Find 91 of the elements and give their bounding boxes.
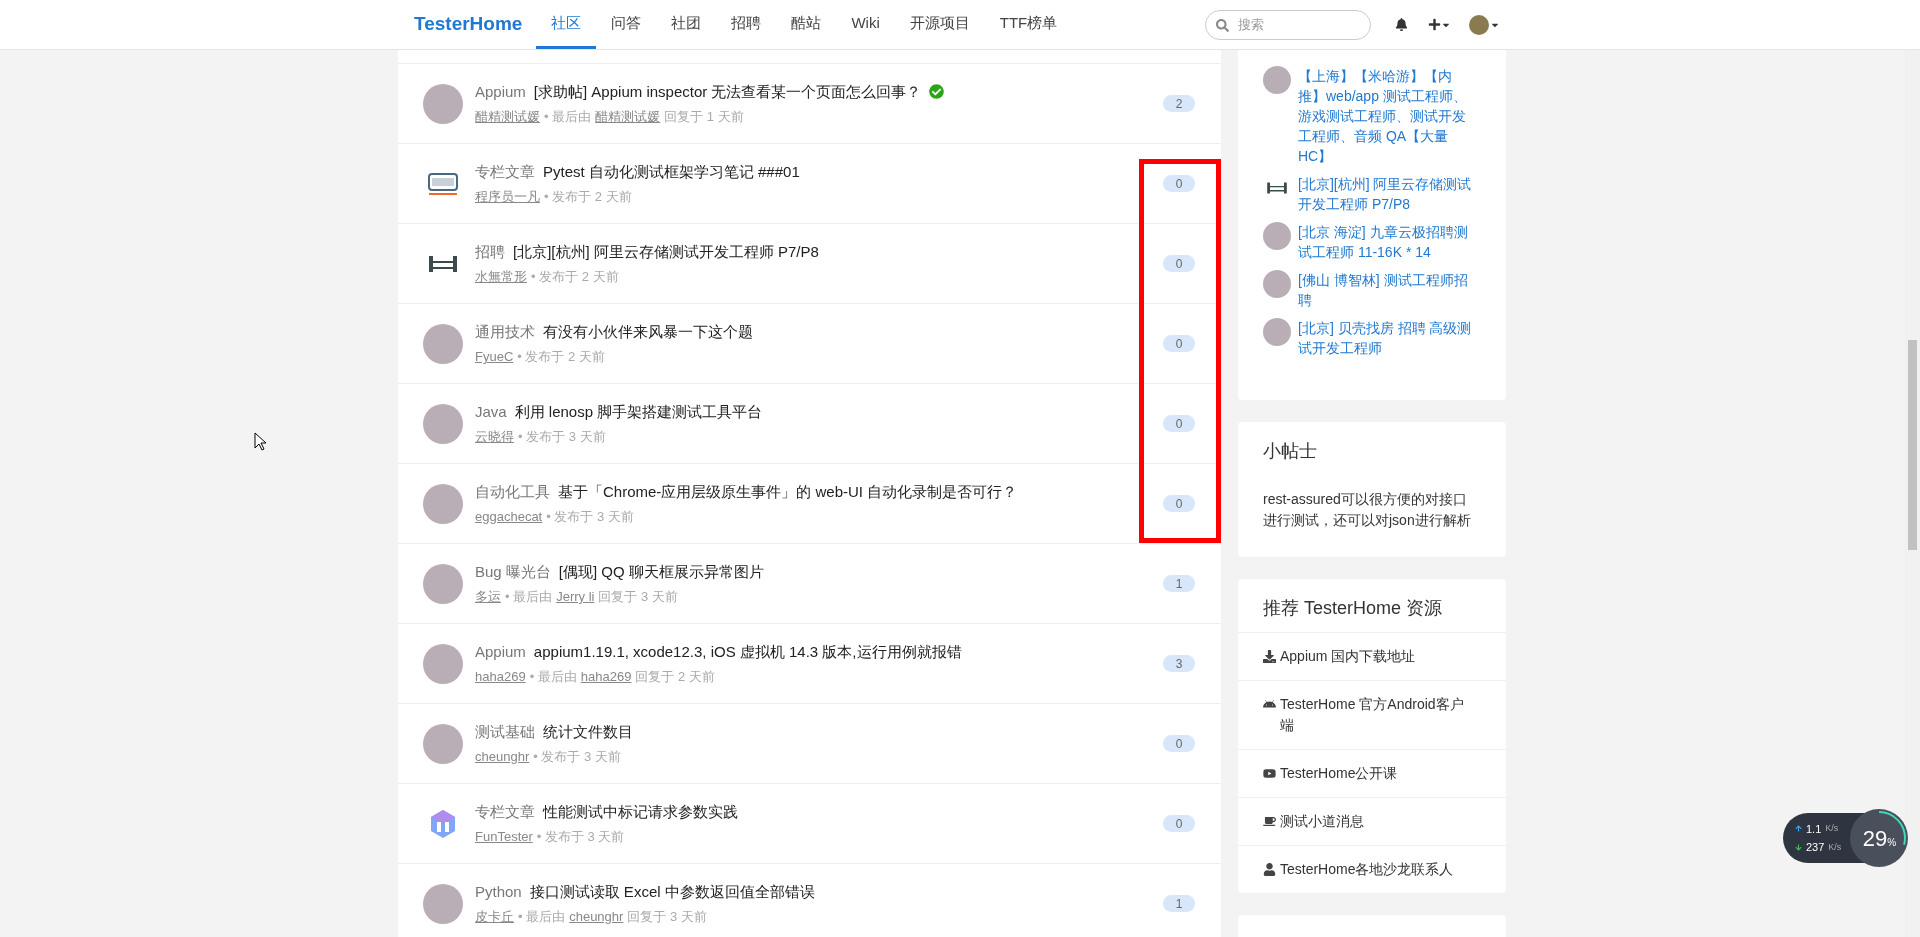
user-link[interactable]: 云晓得 bbox=[475, 427, 514, 447]
nav-tab[interactable]: 开源项目 bbox=[894, 0, 985, 49]
topic-meta: 回复于 1 天前 bbox=[664, 108, 744, 126]
topic-category[interactable]: Python bbox=[475, 880, 522, 903]
user-link[interactable]: haha269 bbox=[475, 667, 526, 687]
reply-count: 1 bbox=[1163, 575, 1195, 592]
user-link[interactable]: 醋精测试媛 bbox=[475, 107, 540, 127]
user-link[interactable]: Jerry li bbox=[556, 587, 595, 607]
tips-text: rest-assured可以很方便的对接口进行测试，还可以对json进行解析 bbox=[1263, 490, 1472, 530]
resources-title: 推荐 TesterHome 资源 bbox=[1262, 597, 1444, 620]
reply-count: 3 bbox=[1163, 655, 1195, 672]
download-speed: 237 bbox=[1806, 840, 1825, 855]
topic-meta: • 发布于 3 天前 bbox=[518, 428, 606, 446]
user-link[interactable]: 多运 bbox=[475, 587, 501, 607]
user-link[interactable]: 皮卡丘 bbox=[475, 907, 514, 927]
topic-title[interactable]: 接口测试读取 Excel 中参数返回值全部错误 bbox=[529, 880, 815, 903]
reply-count: 1 bbox=[1163, 895, 1195, 912]
topic-meta: • 最后由 bbox=[529, 668, 577, 686]
job-link[interactable]: [北京 海淀] 九章云极招聘测试工程师 11-16K * 14 bbox=[1298, 222, 1478, 262]
topic-category[interactable]: Bug 曝光台 bbox=[475, 560, 551, 583]
nav-tab[interactable]: TTF榜单 bbox=[984, 0, 1073, 49]
brand-logo[interactable]: TesterHome bbox=[414, 10, 523, 39]
resource-link[interactable]: 测试小道消息 bbox=[1280, 811, 1475, 832]
resource-link[interactable]: TesterHome 官方Android客户端 bbox=[1280, 694, 1475, 736]
topic-category[interactable]: 测试基础 bbox=[475, 720, 535, 743]
nav-tab[interactable]: 招聘 bbox=[716, 0, 777, 49]
topic-meta: • 最后由 bbox=[505, 588, 553, 606]
nav-tab[interactable]: Wiki bbox=[836, 0, 895, 49]
topic-meta: • 最后由 bbox=[544, 108, 592, 126]
reply-count: 2 bbox=[1163, 95, 1195, 112]
topic-category[interactable]: 专栏文章 bbox=[475, 160, 535, 183]
user-link[interactable]: cheunghr bbox=[475, 747, 530, 767]
topic-category[interactable]: Appium bbox=[475, 640, 526, 663]
user-link[interactable]: FyueC bbox=[475, 347, 514, 367]
topic-title[interactable]: [北京][杭州] 阿里云存储测试开发工程师 P7/P8 bbox=[513, 240, 819, 263]
reply-count: 0 bbox=[1163, 175, 1195, 192]
topic-title[interactable]: Pytest 自动化测试框架学习笔记 ###01 bbox=[543, 160, 800, 183]
job-link[interactable]: [北京] 贝壳找房 招聘 高级测试开发工程师 bbox=[1298, 318, 1478, 358]
topic-category[interactable]: 招聘 bbox=[475, 240, 505, 263]
reply-count: 0 bbox=[1163, 415, 1195, 432]
resource-link[interactable]: Appium 国内下载地址 bbox=[1280, 646, 1475, 667]
search-field[interactable]: 搜索 bbox=[1205, 9, 1371, 40]
topic-title[interactable]: [偶现] QQ 聊天框展示异常图片 bbox=[558, 560, 764, 583]
topic-title[interactable]: 利用 lenosp 脚手架搭建测试工具平台 bbox=[514, 400, 763, 423]
topic-title[interactable]: 性能测试中标记请求参数实践 bbox=[543, 800, 738, 823]
topic-title[interactable]: 有没有小伙伴来风暴一下这个题 bbox=[543, 320, 753, 343]
topic-category[interactable]: 通用技术 bbox=[475, 320, 535, 343]
nav-tab[interactable]: 社团 bbox=[656, 0, 717, 49]
topic-meta: • 发布于 3 天前 bbox=[533, 748, 621, 766]
resource-link[interactable]: TesterHome公开课 bbox=[1280, 763, 1475, 784]
nav-tab[interactable]: 问答 bbox=[596, 0, 657, 49]
topic-title[interactable]: appium1.19.1, xcode12.3, iOS 虚拟机 14.3 版本,运行用例就报错 bbox=[533, 640, 962, 663]
topic-meta: • 发布于 2 天前 bbox=[531, 268, 619, 286]
upload-unit: K/s bbox=[1825, 822, 1839, 835]
topic-meta: 回复于 2 天前 bbox=[635, 668, 715, 686]
topic-meta: 回复于 3 天前 bbox=[598, 588, 678, 606]
download-unit: K/s bbox=[1828, 840, 1842, 854]
reply-count: 0 bbox=[1163, 495, 1195, 512]
topic-meta: • 最后由 bbox=[518, 908, 566, 926]
topic-meta: • 发布于 3 天前 bbox=[546, 508, 634, 526]
topic-meta: • 发布于 2 天前 bbox=[544, 188, 632, 206]
job-link[interactable]: [北京][杭州] 阿里云存储测试开发工程师 P7/P8 bbox=[1298, 174, 1478, 214]
upload-speed: 1.1 bbox=[1806, 821, 1822, 837]
job-link[interactable]: 【上海】【米哈游】【内推】web/app 测试工程师、游戏测试工程师、测试开发工程师、音频 QA【大量 HC】 bbox=[1298, 66, 1478, 166]
topic-title[interactable]: 基于「Chrome-应用层级原生事件」的 web-UI 自动化录制是否可行？ bbox=[558, 480, 1018, 503]
cpu-unit: % bbox=[1887, 836, 1897, 850]
topic-category[interactable]: Java bbox=[475, 400, 507, 423]
topic-category[interactable]: 自动化工具 bbox=[475, 480, 550, 503]
job-link[interactable]: [佛山 博智林] 测试工程师招聘 bbox=[1298, 270, 1478, 310]
cpu-percent: 29 bbox=[1862, 824, 1888, 853]
user-link[interactable]: cheunghr bbox=[569, 907, 624, 927]
reply-count: 0 bbox=[1163, 335, 1195, 352]
user-link[interactable]: 程序员一凡 bbox=[475, 187, 540, 207]
user-link[interactable]: FunTester bbox=[475, 827, 533, 847]
topic-category[interactable]: Appium bbox=[475, 80, 526, 103]
tips-title: 小帖士 bbox=[1263, 440, 1318, 463]
topic-meta: 回复于 3 天前 bbox=[627, 908, 707, 926]
user-link[interactable]: 醋精测试媛 bbox=[595, 107, 661, 127]
reply-count: 0 bbox=[1163, 815, 1195, 832]
reply-count: 0 bbox=[1163, 735, 1195, 752]
user-link[interactable]: eggachecat bbox=[475, 507, 543, 527]
user-link[interactable]: haha269 bbox=[580, 667, 632, 687]
user-link[interactable]: 水無常形 bbox=[475, 267, 527, 287]
nav-tab[interactable]: 酷站 bbox=[776, 0, 837, 49]
topic-category[interactable]: 专栏文章 bbox=[475, 800, 535, 823]
topic-title[interactable]: [求助帖] Appium inspector 无法查看某一个页面怎么回事？ bbox=[533, 80, 922, 103]
resource-link[interactable]: TesterHome各地沙龙联系人 bbox=[1280, 859, 1475, 880]
topic-meta: • 发布于 2 天前 bbox=[517, 348, 605, 366]
topic-meta: • 发布于 3 天前 bbox=[536, 828, 625, 846]
reply-count: 0 bbox=[1163, 255, 1195, 272]
topic-title[interactable]: 统计文件数目 bbox=[543, 720, 633, 743]
